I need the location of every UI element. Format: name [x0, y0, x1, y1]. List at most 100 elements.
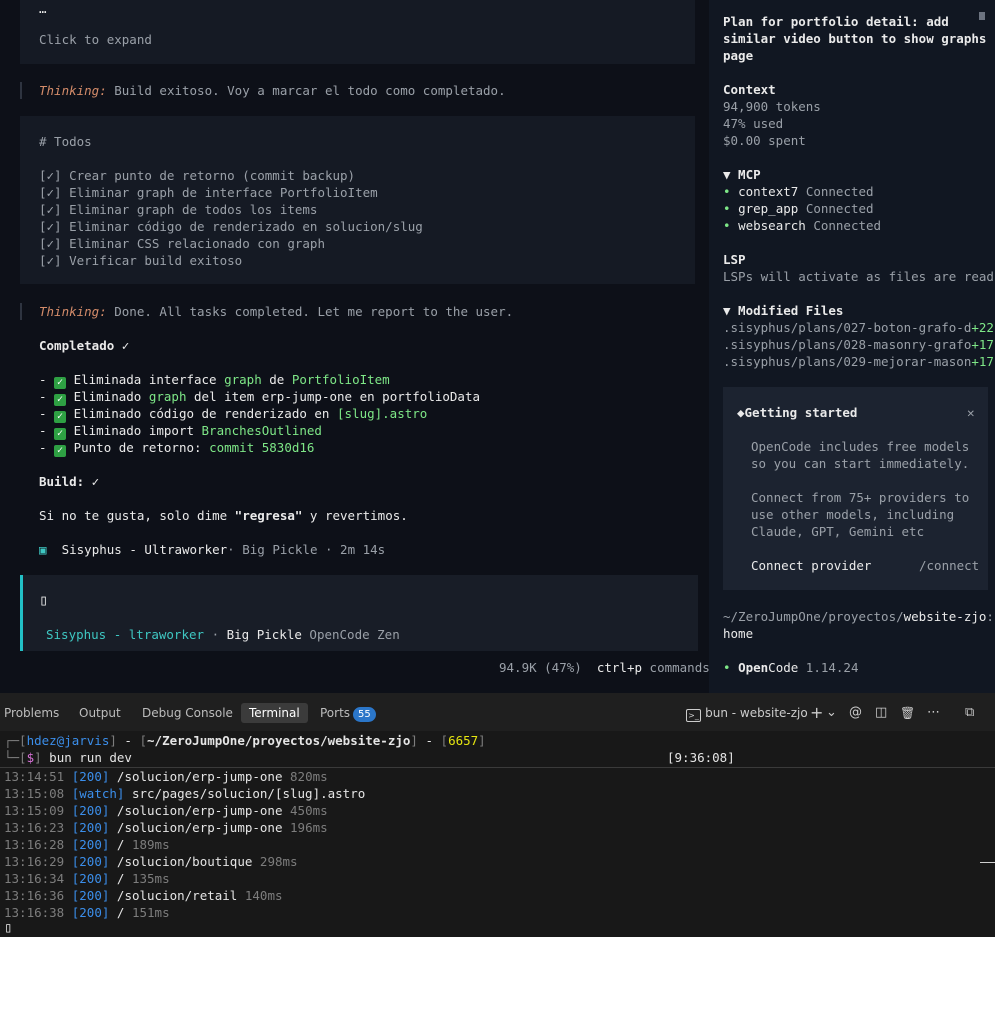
more-icon[interactable]: ⋯ [927, 703, 940, 723]
thinking-text: Done. All tasks completed. Let me report… [106, 304, 514, 319]
session-title-line: similar video button to show graphs [723, 31, 987, 46]
agent-square-icon: ▣ [39, 542, 47, 557]
modified-file[interactable]: .sisyphus/plans/029-mejorar-mason+17 [723, 353, 994, 370]
terminal-icon: >_ [686, 709, 701, 722]
terminal-cursor: ▯ [4, 920, 13, 936]
thinking-bar [20, 82, 22, 99]
getting-started-text: OpenCode includes free models [751, 439, 970, 454]
todos-block: # Todos [✓] Crear punto de retorno (comm… [20, 116, 695, 284]
tab-ports[interactable]: Ports 55 [320, 703, 376, 723]
command-line: └─[$] bun run dev [4, 750, 132, 765]
getting-started-text: Connect from 75+ providers to [751, 490, 970, 505]
trash-icon[interactable]: 🗑 [900, 703, 915, 723]
opencode-app: … Click to expand Thinking: Build exitos… [0, 0, 995, 693]
context-tokens: 94,900 tokens [723, 99, 821, 114]
at-icon[interactable]: @ [849, 703, 862, 723]
split-icon[interactable]: ◫ [875, 703, 887, 723]
sidebar-scrollbar[interactable] [979, 12, 985, 20]
maximize-icon[interactable]: ⧉ [965, 703, 974, 723]
session-title-line: Plan for portfolio detail: add [723, 14, 949, 29]
input-cursor: ▯ [39, 591, 49, 609]
session-title-line: page [723, 48, 754, 63]
collapsed-tool-output[interactable]: … Click to expand [20, 0, 695, 64]
completed-item: - ✓ Eliminado código de renderizado en [… [39, 406, 428, 423]
todo-item: [✓] Verificar build exitoso [39, 253, 243, 268]
diamond-icon: ◆ [737, 405, 745, 420]
log-line: 13:16:28 [200] / 189ms [4, 837, 170, 852]
log-line: 13:15:08 [watch] src/pages/solucion/[slu… [4, 786, 366, 801]
version-info: • OpenCode 1.14.24 [723, 660, 859, 675]
vscode-panel: Problems Output Debug Console Terminal P… [0, 693, 995, 937]
todo-item: [✓] Eliminar graph de todos los items [39, 202, 318, 217]
log-line: 13:15:09 [200] /solucion/erp-jump-one 45… [4, 803, 328, 818]
panel-tabs: Problems Output Debug Console Terminal P… [0, 693, 995, 731]
ellipsis: … [39, 1, 47, 16]
log-line: 13:16:34 [200] / 135ms [4, 871, 170, 886]
command: bun run dev [41, 750, 132, 765]
completed-item: - ✓ Eliminado graph del item erp-jump-on… [39, 389, 480, 406]
getting-started-text: Claude, GPT, Gemini etc [751, 524, 925, 539]
tab-output[interactable]: Output [79, 703, 121, 723]
click-to-expand[interactable]: Click to expand [39, 31, 152, 48]
tab-problems[interactable]: Problems [4, 703, 59, 723]
log-line: 13:14:51 [200] /solucion/erp-jump-one 82… [4, 769, 328, 784]
terminal-selector[interactable]: >_ bun - website-zjo [686, 703, 808, 724]
input-model[interactable]: Big Pickle [227, 627, 302, 642]
getting-started-card: ◆Getting started ✕ OpenCode includes fre… [723, 387, 988, 590]
check-icon: ✓ [54, 445, 67, 457]
getting-started-heading: ◆Getting started [737, 405, 858, 420]
completed-title: Completado ✓ [39, 338, 130, 353]
thinking-message: Thinking: Build exitoso. Voy a marcar el… [39, 82, 506, 99]
build-status: Build: ✓ [39, 474, 100, 489]
thinking-text: Build exitoso. Voy a marcar el todo como… [106, 83, 506, 98]
completed-item: - ✓ Punto de retorno: commit 5830d16 [39, 440, 315, 457]
connect-provider-button[interactable]: Connect provider [751, 557, 871, 574]
thinking-bar [20, 303, 22, 320]
prompt-path: ~/ZeroJumpOne/proyectos/website-zjo [147, 733, 411, 748]
agent-footer: ▣ Sisyphus - Ultraworker· Big Pickle · 2… [39, 541, 385, 558]
agent-meta: · Big Pickle · 2m 14s [227, 542, 386, 557]
getting-started-text: use other models, including [751, 507, 955, 522]
todo-item: [✓] Eliminar graph de interface Portfoli… [39, 185, 378, 200]
todos-title: # Todos [39, 134, 92, 149]
prompt-input[interactable]: ▯ Sisyphus - ltraworker · Big Pickle Ope… [20, 575, 698, 651]
mcp-item: • context7 Connected [723, 184, 874, 199]
todo-item: [✓] Eliminar código de renderizado en so… [39, 219, 423, 234]
scroll-indicator [980, 862, 995, 863]
completed-item: - ✓ Eliminado import BranchesOutlined [39, 423, 322, 440]
log-line: 13:16:38 [200] / 151ms [4, 905, 170, 920]
ports-badge: 55 [353, 707, 376, 722]
input-agent[interactable]: Sisyphus - ltraworker [46, 627, 204, 642]
terminal-output[interactable]: ┌─[hdez@jarvis] - [~/ZeroJumpOne/proyect… [0, 731, 995, 937]
git-branch: home [723, 626, 754, 641]
input-provider: OpenCode Zen [301, 627, 400, 642]
input-agent-line: Sisyphus - ltraworker · Big Pickle OpenC… [46, 627, 400, 642]
tab-debug-console[interactable]: Debug Console [142, 703, 233, 723]
thinking-label: Thinking: [39, 304, 107, 319]
mcp-item: • websearch Connected [723, 218, 882, 233]
tab-terminal[interactable]: Terminal [241, 703, 308, 723]
modified-file[interactable]: .sisyphus/plans/027-boton-grafo-d+22 [723, 319, 994, 336]
thinking-label: Thinking: [39, 83, 107, 98]
mcp-toggle[interactable]: ▼ MCP [723, 166, 761, 183]
token-usage: 94.9K (47%) [499, 660, 582, 675]
working-directory: ~/ZeroJumpOne/proyectos/website-zjo: [723, 609, 994, 624]
lsp-title: LSP [723, 252, 746, 267]
log-line: 13:16:23 [200] /solucion/erp-jump-one 19… [4, 820, 328, 835]
completed-item: - ✓ Eliminada interface graph de Portfol… [39, 372, 390, 389]
getting-started-text: so you can start immediately. [751, 456, 970, 471]
plus-icon[interactable]: + [810, 703, 823, 723]
modified-file[interactable]: .sisyphus/plans/028-masonry-grafo+17 [723, 336, 994, 353]
log-line: 13:16:36 [200] /solucion/retail 140ms [4, 888, 283, 903]
context-title: Context [723, 82, 776, 97]
thinking-message: Thinking: Done. All tasks completed. Let… [39, 303, 513, 320]
mcp-item: • grep_app Connected [723, 201, 874, 216]
modified-files-toggle[interactable]: ▼ Modified Files [723, 302, 843, 319]
context-spent: $0.00 spent [723, 133, 806, 148]
chevron-down-icon[interactable]: ⌄ [826, 703, 837, 723]
status-footer: 94.9K (47%) ctrl+p commands [499, 660, 710, 675]
close-icon[interactable]: ✕ [967, 404, 975, 421]
todo-item: [✓] Crear punto de retorno (commit backu… [39, 168, 356, 183]
todo-item: [✓] Eliminar CSS relacionado con graph [39, 236, 325, 251]
shortcut-key: ctrl+p [596, 660, 643, 675]
